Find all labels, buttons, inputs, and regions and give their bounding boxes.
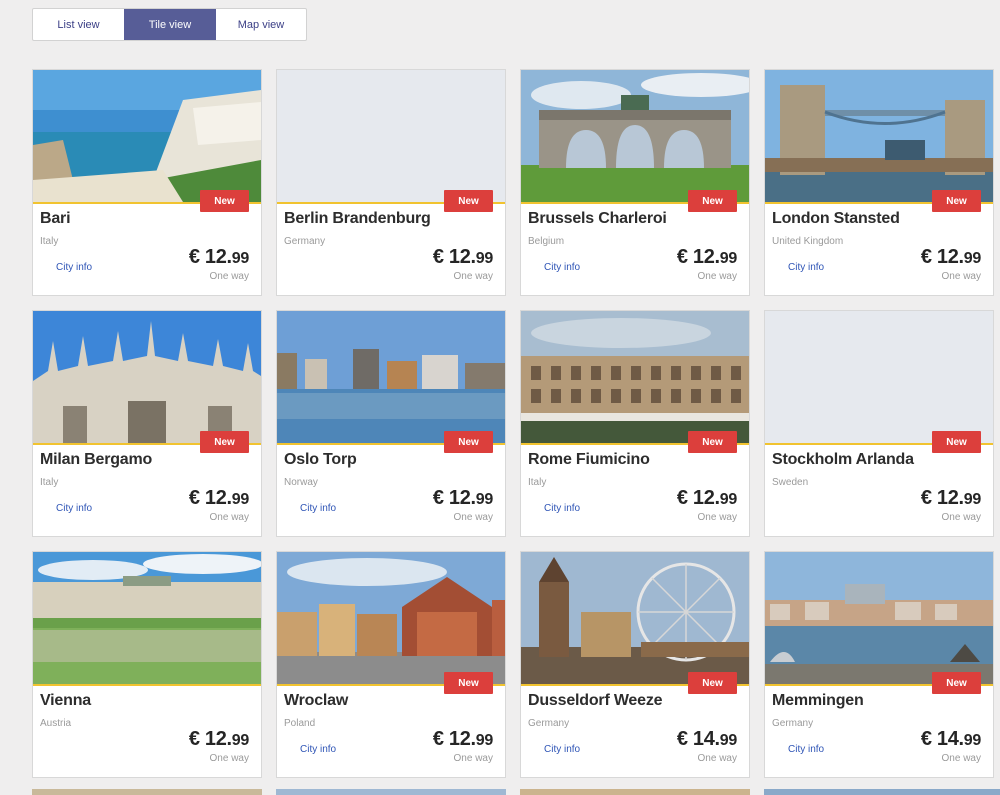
country-name: Austria	[40, 718, 72, 729]
destination-photo-placeholder	[765, 311, 993, 443]
price: € 12.99	[432, 246, 493, 268]
destination-photo	[765, 70, 993, 202]
destination-card-dusseldorf-weeze[interactable]: New Dusseldorf Weeze Germany City info €…	[520, 551, 750, 778]
new-badge: New	[932, 190, 981, 212]
destination-card-oslo-torp[interactable]: New Oslo Torp Norway City info € 12.99 O…	[276, 310, 506, 537]
destination-card-memmingen[interactable]: New Memmingen Germany City info € 14.99 …	[764, 551, 994, 778]
destination-photo	[33, 552, 261, 684]
destination-card-wroclaw[interactable]: New Wroclaw Poland City info € 12.99 One…	[276, 551, 506, 778]
country-name: United Kingdom	[772, 236, 844, 247]
city-info-link[interactable]: City info	[300, 503, 336, 514]
price: € 12.99	[920, 246, 981, 268]
destination-card-stockholm-arlanda[interactable]: New Stockholm Arlanda Sweden € 12.99 One…	[764, 310, 994, 537]
price: € 12.99	[676, 246, 737, 268]
country-name: Poland	[284, 718, 316, 729]
destination-photo	[765, 552, 993, 684]
trip-type: One way	[453, 753, 493, 764]
price: € 14.99	[676, 728, 737, 750]
city-info-link[interactable]: City info	[300, 744, 336, 755]
city-name: Bari	[40, 210, 71, 227]
price: € 12.99	[676, 487, 737, 509]
city-name: Rome Fiumicino	[528, 451, 650, 468]
city-info-link[interactable]: City info	[788, 744, 824, 755]
price: € 12.99	[188, 246, 249, 268]
country-name: Germany	[772, 718, 814, 729]
trip-type: One way	[209, 271, 249, 282]
trip-type: One way	[453, 271, 493, 282]
destination-card-london-stansted[interactable]: New London Stansted United Kingdom City …	[764, 69, 994, 296]
country-name: Germany	[528, 718, 570, 729]
trip-type: One way	[941, 512, 981, 523]
city-name: Oslo Torp	[284, 451, 357, 468]
trip-type: One way	[209, 512, 249, 523]
destination-photo	[33, 70, 261, 202]
trip-type: One way	[209, 753, 249, 764]
price: € 12.99	[188, 487, 249, 509]
destination-card-milan-bergamo[interactable]: New Milan Bergamo Italy City info € 12.9…	[32, 310, 262, 537]
city-info-link[interactable]: City info	[544, 262, 580, 273]
city-name: London Stansted	[772, 210, 900, 227]
city-info-link[interactable]: City info	[544, 744, 580, 755]
country-name: Norway	[284, 477, 318, 488]
destination-photo	[521, 552, 749, 684]
destination-card-vienna[interactable]: Vienna Austria € 12.99 One way	[32, 551, 262, 778]
city-info-link[interactable]: City info	[56, 503, 92, 514]
list-view-button[interactable]: List view	[33, 9, 124, 40]
view-toggle: List view Tile view Map view	[32, 8, 307, 41]
new-badge: New	[932, 431, 981, 453]
city-name: Berlin Brandenburg	[284, 210, 431, 227]
price: € 12.99	[920, 487, 981, 509]
destination-photo	[33, 311, 261, 443]
destination-card-bari[interactable]: New Bari Italy City info € 12.99 One way	[32, 69, 262, 296]
new-badge: New	[200, 190, 249, 212]
city-name: Wroclaw	[284, 692, 349, 709]
city-name: Dusseldorf Weeze	[528, 692, 663, 709]
new-badge: New	[688, 672, 737, 694]
price: € 14.99	[920, 728, 981, 750]
trip-type: One way	[697, 271, 737, 282]
price: € 12.99	[432, 487, 493, 509]
new-badge: New	[444, 431, 493, 453]
new-badge: New	[688, 431, 737, 453]
trip-type: One way	[941, 271, 981, 282]
trip-type: One way	[453, 512, 493, 523]
new-badge: New	[932, 672, 981, 694]
city-info-link[interactable]: City info	[788, 262, 824, 273]
destination-photo	[521, 311, 749, 443]
destination-photo	[521, 70, 749, 202]
price: € 12.99	[432, 728, 493, 750]
city-info-link[interactable]: City info	[56, 262, 92, 273]
next-row-peek	[0, 789, 1000, 795]
new-badge: New	[688, 190, 737, 212]
destination-photo	[277, 311, 505, 443]
city-name: Memmingen	[772, 692, 864, 709]
price: € 12.99	[188, 728, 249, 750]
country-name: Italy	[40, 236, 59, 247]
destination-photo	[277, 552, 505, 684]
destination-card-rome-fiumicino[interactable]: New Rome Fiumicino Italy City info € 12.…	[520, 310, 750, 537]
new-badge: New	[200, 431, 249, 453]
country-name: Belgium	[528, 236, 565, 247]
trip-type: One way	[941, 753, 981, 764]
destination-photo-placeholder	[277, 70, 505, 202]
country-name: Germany	[284, 236, 326, 247]
country-name: Sweden	[772, 477, 809, 488]
city-name: Brussels Charleroi	[528, 210, 667, 227]
country-name: Italy	[40, 477, 59, 488]
new-badge: New	[444, 190, 493, 212]
tile-view-button[interactable]: Tile view	[124, 9, 216, 40]
map-view-button[interactable]: Map view	[216, 9, 306, 40]
trip-type: One way	[697, 753, 737, 764]
new-badge: New	[444, 672, 493, 694]
city-info-link[interactable]: City info	[544, 503, 580, 514]
trip-type: One way	[697, 512, 737, 523]
destination-card-berlin-brandenburg[interactable]: New Berlin Brandenburg Germany € 12.99 O…	[276, 69, 506, 296]
destination-card-brussels-charleroi[interactable]: New Brussels Charleroi Belgium City info…	[520, 69, 750, 296]
accent-line	[33, 684, 261, 686]
city-name: Stockholm Arlanda	[772, 451, 914, 468]
country-name: Italy	[528, 477, 547, 488]
city-name: Milan Bergamo	[40, 451, 153, 468]
city-name: Vienna	[40, 692, 91, 709]
